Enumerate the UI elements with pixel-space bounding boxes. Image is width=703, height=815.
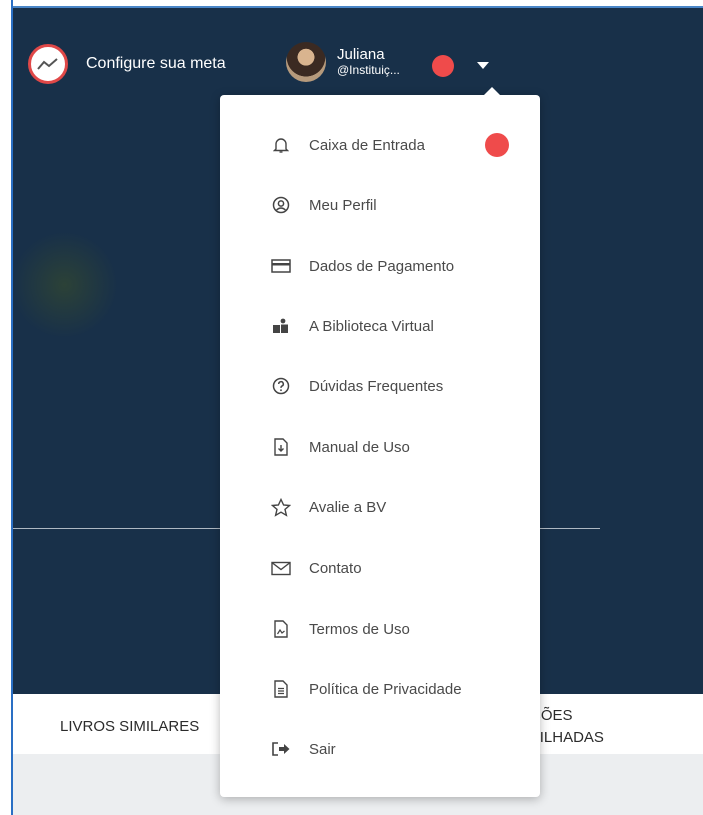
menu-item-contact[interactable]: Contato	[220, 548, 540, 588]
menu-label: Caixa de Entrada	[309, 136, 425, 154]
credit-card-icon	[270, 255, 292, 277]
menu-item-payment[interactable]: Dados de Pagamento	[220, 246, 540, 286]
menu-label: Dúvidas Frequentes	[309, 377, 444, 395]
user-handle: @Instituiç...	[337, 62, 400, 77]
question-circle-icon	[270, 375, 292, 397]
user-info: Juliana @Instituiç...	[337, 47, 400, 77]
user-circle-icon	[270, 194, 292, 216]
chevron-down-icon[interactable]	[477, 62, 489, 69]
menu-label: A Biblioteca Virtual	[309, 317, 434, 335]
user-menu-toggle[interactable]: Juliana @Instituiç...	[286, 42, 400, 82]
menu-item-inbox[interactable]: Caixa de Entrada	[220, 125, 540, 165]
star-icon	[270, 496, 292, 518]
top-border-line	[13, 6, 703, 8]
configure-goal[interactable]: Configure sua meta	[28, 44, 226, 84]
menu-item-terms[interactable]: Termos de Uso	[220, 609, 540, 649]
menu-item-privacy[interactable]: Política de Privacidade	[220, 669, 540, 709]
envelope-icon	[270, 557, 292, 579]
file-text-icon	[270, 678, 292, 700]
people-icon	[270, 315, 292, 337]
bell-icon	[270, 134, 292, 156]
trend-chart-icon	[28, 44, 68, 84]
menu-label: Política de Privacidade	[309, 680, 462, 698]
menu-label: Dados de Pagamento	[309, 257, 455, 275]
menu-label: Avalie a BV	[309, 498, 387, 516]
notification-dot	[432, 55, 454, 77]
user-name: Juliana	[337, 46, 385, 64]
menu-label: Termos de Uso	[309, 620, 410, 638]
sign-out-icon	[270, 738, 292, 760]
left-edge	[0, 0, 13, 815]
menu-label: Contato	[309, 559, 362, 577]
file-signature-icon	[270, 618, 292, 640]
menu-item-rate-bv[interactable]: Avalie a BV	[220, 487, 540, 527]
background-glow	[15, 230, 125, 340]
configure-goal-label: Configure sua meta	[86, 55, 226, 72]
menu-label: Meu Perfil	[309, 196, 377, 214]
menu-item-logout[interactable]: Sair	[220, 729, 540, 769]
menu-item-profile[interactable]: Meu Perfil	[220, 185, 540, 225]
tab-similar-books[interactable]: LIVROS SIMILARES	[60, 718, 199, 735]
menu-item-faq[interactable]: Dúvidas Frequentes	[220, 366, 540, 406]
avatar	[286, 42, 326, 82]
file-download-icon	[270, 436, 292, 458]
menu-label: Manual de Uso	[309, 438, 410, 456]
menu-label: Sair	[309, 740, 336, 758]
inbox-badge	[485, 133, 509, 157]
user-dropdown-menu: Caixa de Entrada Meu Perfil Dados de Pag…	[220, 87, 540, 797]
menu-item-user-manual[interactable]: Manual de Uso	[220, 427, 540, 467]
menu-item-virtual-library[interactable]: A Biblioteca Virtual	[220, 306, 540, 346]
